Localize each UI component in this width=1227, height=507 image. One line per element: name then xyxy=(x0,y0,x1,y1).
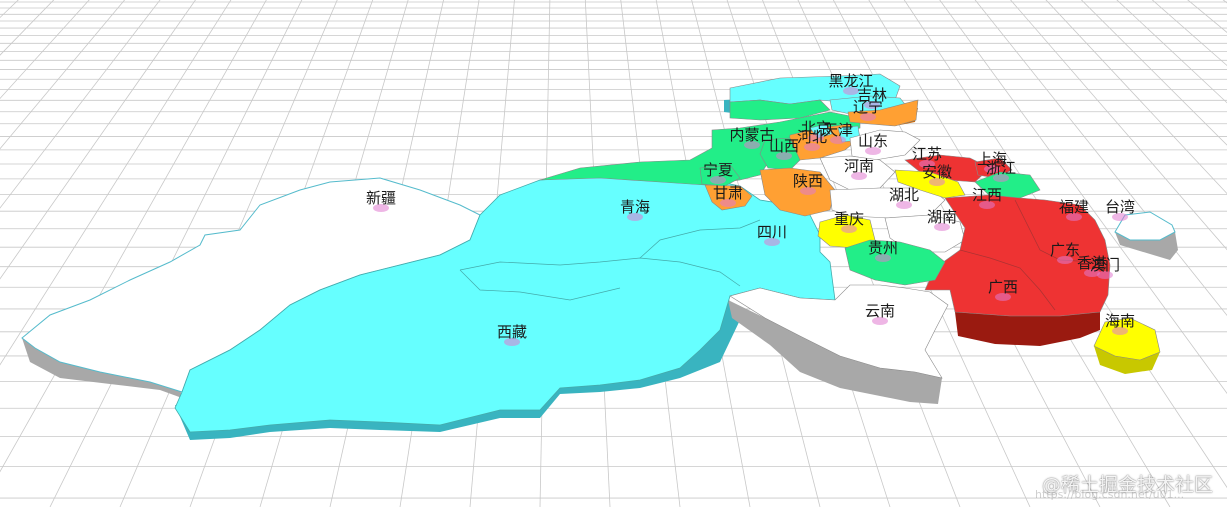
province-label: 广西 xyxy=(988,278,1018,296)
province-label: 西藏 xyxy=(497,323,527,341)
province-label: 宁夏 xyxy=(703,161,733,179)
province-label: 福建 xyxy=(1059,198,1089,216)
province-label: 河南 xyxy=(844,157,874,175)
province-label: 浙江 xyxy=(986,159,1016,177)
province-label: 云南 xyxy=(865,302,895,320)
province-label: 江苏 xyxy=(912,145,942,163)
province-label: 四川 xyxy=(757,223,787,241)
extrusion-side-south xyxy=(955,312,1100,346)
province-label: 天津 xyxy=(823,121,853,139)
province-label: 台湾 xyxy=(1105,198,1135,216)
province-label: 山东 xyxy=(858,132,888,150)
province-label: 青海 xyxy=(620,198,650,216)
province-label: 安徽 xyxy=(922,163,952,181)
province-label: 江西 xyxy=(972,186,1002,204)
watermark-url: https://blog.csdn.net/u01... xyxy=(1035,488,1185,501)
province-label: 湖北 xyxy=(889,186,919,204)
province-label: 重庆 xyxy=(834,210,864,228)
province-label: 澳门 xyxy=(1090,256,1120,274)
map-canvas[interactable]: 新疆西藏青海四川甘肃宁夏内蒙古黑龙江吉林辽宁北京天津河北山西 山东河南陕西江苏安徽… xyxy=(0,0,1227,507)
province-label: 甘肃 xyxy=(713,184,743,202)
province-label: 辽宁 xyxy=(853,98,883,116)
province-label: 湖南 xyxy=(927,208,957,226)
province-label: 广东 xyxy=(1050,241,1080,259)
province-label: 海南 xyxy=(1105,312,1135,330)
province-shapes xyxy=(21,73,1176,433)
province-label: 陕西 xyxy=(793,172,823,190)
province-label: 河北 xyxy=(797,128,827,146)
province-label: 贵州 xyxy=(868,239,898,257)
province-label: 山西 xyxy=(769,137,799,155)
province-label: 新疆 xyxy=(366,189,396,207)
province-label: 内蒙古 xyxy=(729,126,774,144)
